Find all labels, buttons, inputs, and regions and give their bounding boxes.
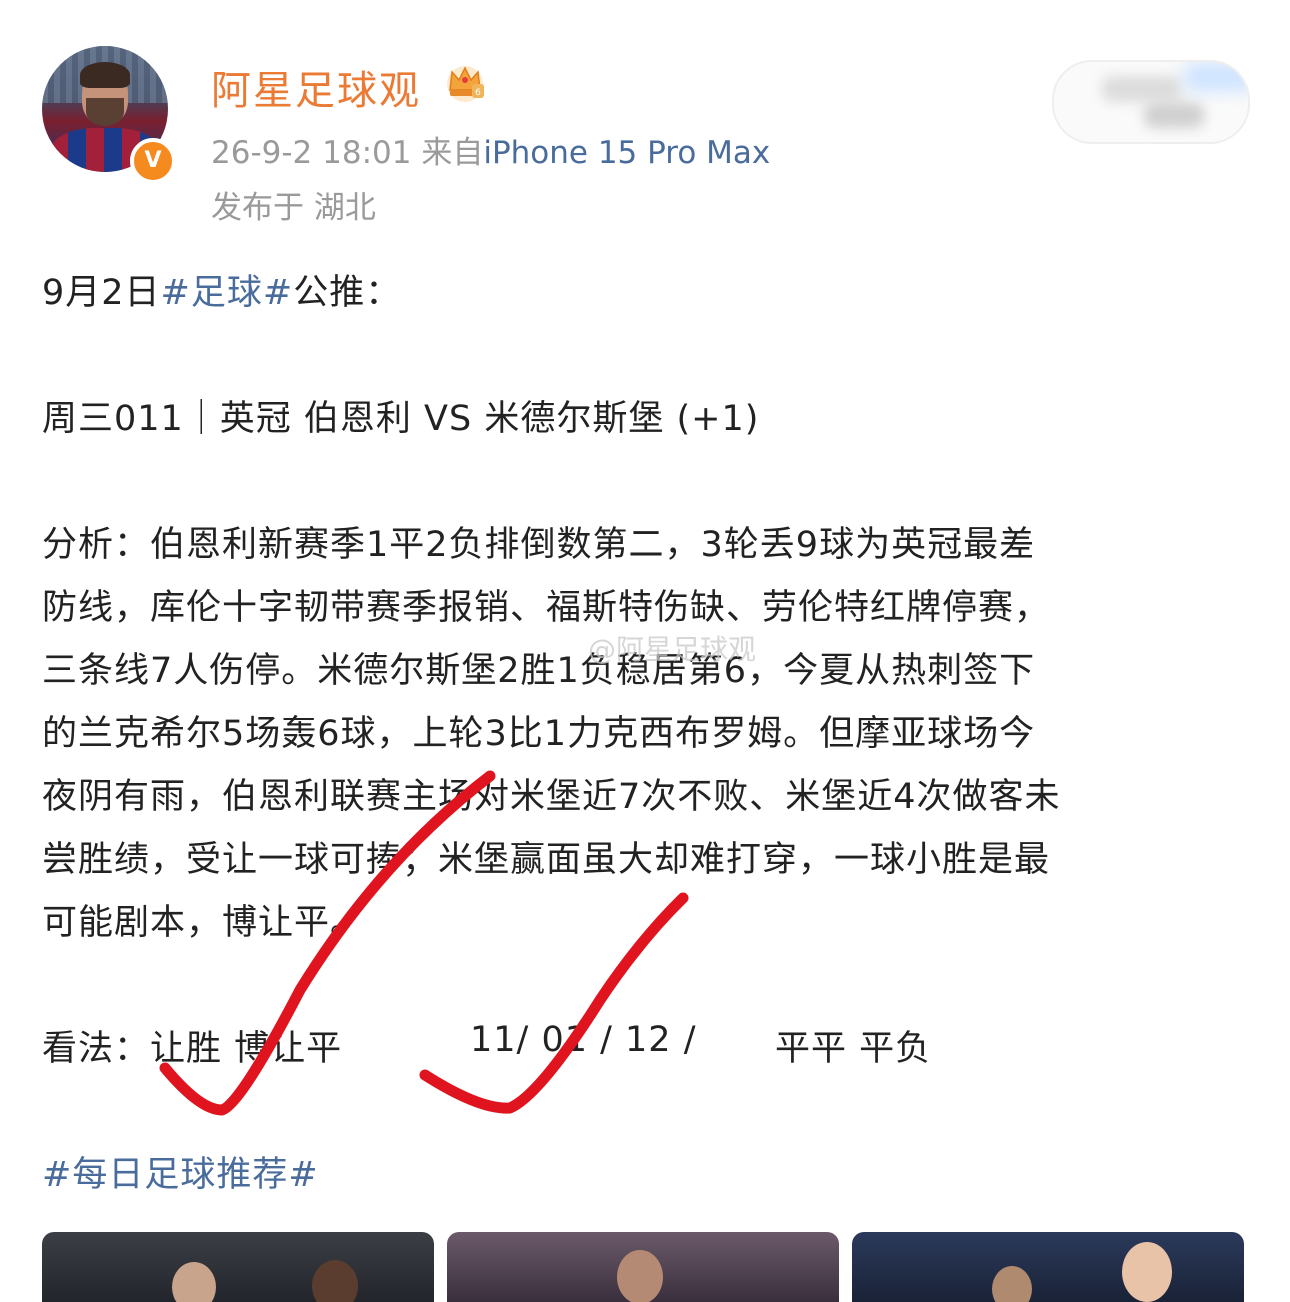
blurred-label <box>1184 62 1248 92</box>
post-time: 26-9-2 18:01 <box>211 135 412 171</box>
photo-figure <box>172 1262 216 1302</box>
avatar-hair <box>80 62 130 88</box>
follow-button[interactable] <box>1052 60 1250 144</box>
avatar-beard <box>86 98 124 126</box>
view-halftime: 平平 平负 <box>775 1029 932 1069</box>
match-line: 周三011｜英冠 伯恩利 VS 米德尔斯堡 (+1) <box>42 399 760 439</box>
view-line: 看法：让胜 博让平 <box>42 1020 342 1071</box>
photo-figure <box>1122 1242 1172 1302</box>
photo-figure <box>992 1266 1032 1302</box>
analysis-line: 分析：伯恩利新赛季1平2负排倒数第二，3轮丢9球为英冠最差 <box>42 525 1036 565</box>
hashtag-daily-football[interactable]: #每日足球推荐# <box>42 1146 319 1197</box>
analysis-line: 三条线7人伤停。米德尔斯堡2胜1负稳居第6，今夏从热刺签下 <box>42 651 1036 691</box>
check-mark-icon <box>419 892 689 1114</box>
from-label: 来自 <box>421 135 484 171</box>
verified-badge-icon: V <box>130 138 176 184</box>
image-thumbnail[interactable] <box>42 1232 434 1302</box>
svg-text:6: 6 <box>475 88 481 98</box>
username[interactable]: 阿星足球观 <box>211 58 421 116</box>
analysis-line: 防线，库伦十字韧带赛季报销、福斯特伤缺、劳伦特红牌停赛， <box>42 588 1051 628</box>
photo-figure <box>617 1250 663 1302</box>
view-pick: 让胜 博让平 <box>150 1029 343 1069</box>
watermark: @阿星足球观 <box>588 633 757 666</box>
image-thumbnail[interactable] <box>447 1232 839 1302</box>
analysis-line: 尝胜绩，受让一球可捧；米堡赢面虽大却难打穿，一球小胜是最 <box>42 840 1051 880</box>
blurred-label <box>1144 102 1204 128</box>
device-link[interactable]: iPhone 15 Pro Max <box>483 135 770 171</box>
topic-tag-football[interactable]: #足球# <box>161 273 294 313</box>
photo-figure <box>312 1260 358 1302</box>
analysis-line: 可能剧本，博让平。 <box>42 903 367 943</box>
blurred-label <box>1102 76 1182 102</box>
view-scores: 11/ 01 / 12 / <box>470 1020 697 1060</box>
analysis-line: 的兰克希尔5场轰6球，上轮3比1力克西布罗姆。但摩亚球场今 <box>42 714 1036 754</box>
post-location: 发布于 湖北 <box>211 190 376 226</box>
intro-date: 9月2日 <box>42 273 161 313</box>
intro-line: 9月2日#足球#公推： <box>42 264 401 315</box>
view-label: 看法： <box>42 1029 151 1069</box>
intro-suffix: 公推： <box>293 273 402 313</box>
crown-icon[interactable]: 6 <box>442 60 488 102</box>
image-thumbnail[interactable] <box>852 1232 1244 1302</box>
analysis-line: 夜阴有雨，伯恩利联赛主场对米堡近7次不败、米堡近4次做客未 <box>42 777 1061 817</box>
post-meta: 26-9-2 18:01 来自iPhone 15 Pro Max <box>211 127 770 172</box>
